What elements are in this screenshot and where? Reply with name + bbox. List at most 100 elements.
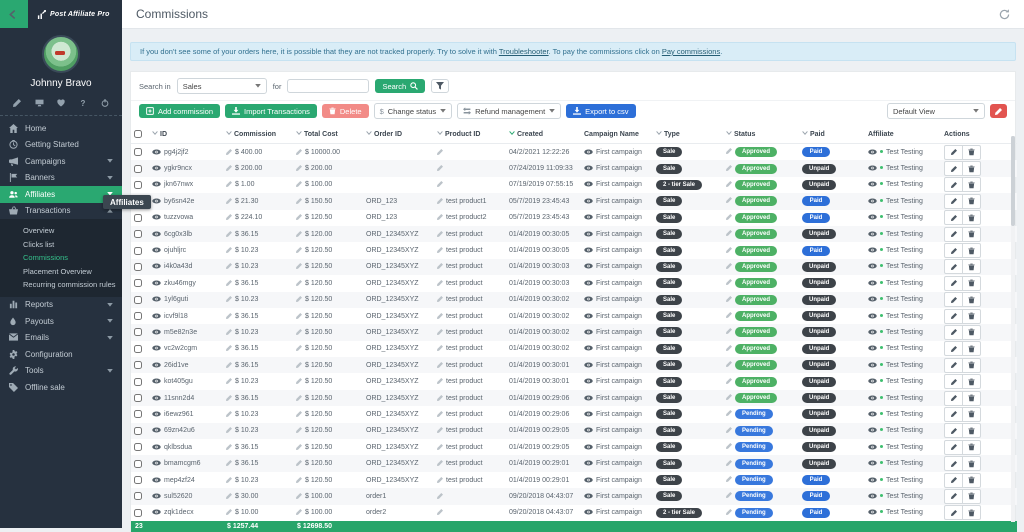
column-header-actions[interactable]: Actions <box>941 125 1017 144</box>
power-icon[interactable] <box>100 98 110 108</box>
sort-icon[interactable] <box>296 131 302 135</box>
product-id-value[interactable]: test product <box>446 378 483 385</box>
row-checkbox[interactable] <box>134 492 142 500</box>
status-badge[interactable]: Pending <box>735 508 773 518</box>
commission-id[interactable]: 69zn42u6 <box>164 427 195 434</box>
collapse-sidebar-button[interactable] <box>0 0 28 28</box>
campaign-name[interactable]: First campaign <box>596 247 642 254</box>
affiliate-name[interactable]: Test Testing <box>886 444 923 451</box>
affiliate-name[interactable]: Test Testing <box>886 198 923 205</box>
search-in-select[interactable]: Sales <box>177 78 267 94</box>
edit-row-button[interactable] <box>944 440 963 455</box>
total-cost-value[interactable]: $ 120.50 <box>305 313 332 320</box>
campaign-name[interactable]: First campaign <box>596 214 642 221</box>
affiliate-name[interactable]: Test Testing <box>886 411 923 418</box>
affiliate-name[interactable]: Test Testing <box>886 181 923 188</box>
edit-row-button[interactable] <box>944 276 963 291</box>
edit-row-button[interactable] <box>944 391 963 406</box>
edit-row-button[interactable] <box>944 243 963 258</box>
status-badge[interactable]: Approved <box>735 164 777 174</box>
product-id-value[interactable]: test product <box>446 395 483 402</box>
total-cost-value[interactable]: $ 120.50 <box>305 444 332 451</box>
row-checkbox[interactable] <box>134 181 142 189</box>
edit-row-button[interactable] <box>944 309 963 324</box>
affiliate-name[interactable]: Test Testing <box>886 427 923 434</box>
column-header-status[interactable]: Status <box>723 125 799 144</box>
sidebar-item-tools[interactable]: Tools <box>0 363 122 380</box>
affiliate-name[interactable]: Test Testing <box>886 247 923 254</box>
affiliate-name[interactable]: Test Testing <box>886 165 923 172</box>
sort-icon[interactable] <box>802 131 808 135</box>
total-cost-value[interactable]: $ 120.00 <box>305 231 332 238</box>
campaign-name[interactable]: First campaign <box>596 378 642 385</box>
status-badge[interactable]: Approved <box>735 246 777 256</box>
commission-value[interactable]: $ 224.10 <box>235 214 262 221</box>
delete-button[interactable]: Delete <box>322 104 369 118</box>
commission-id[interactable]: 11snn2d4 <box>164 395 194 402</box>
product-id-value[interactable]: test product <box>446 280 483 287</box>
commission-id[interactable]: jkn67nwx <box>164 181 193 188</box>
product-id-value[interactable]: test product <box>446 296 483 303</box>
sidebar-item-reports[interactable]: Reports <box>0 297 122 314</box>
status-badge[interactable]: Pending <box>735 442 773 452</box>
edit-row-button[interactable] <box>944 145 963 160</box>
edit-row-button[interactable] <box>944 227 963 242</box>
sidebar-item-offline-sale[interactable]: Offline sale <box>0 379 122 396</box>
delete-row-button[interactable] <box>963 456 981 471</box>
total-cost-value[interactable]: $ 120.50 <box>305 378 332 385</box>
campaign-name[interactable]: First campaign <box>596 411 642 418</box>
commission-id[interactable]: ojuhljrc <box>164 247 186 254</box>
status-badge[interactable]: Approved <box>735 344 777 354</box>
sidebar-item-campaigns[interactable]: Campaigns <box>0 153 122 170</box>
edit-row-button[interactable] <box>944 473 963 488</box>
edit-row-button[interactable] <box>944 505 963 520</box>
total-cost-value[interactable]: $ 120.50 <box>305 296 332 303</box>
edit-row-button[interactable] <box>944 292 963 307</box>
commission-id[interactable]: icvf9l18 <box>164 313 188 320</box>
affiliate-name[interactable]: Test Testing <box>886 263 923 270</box>
affiliate-name[interactable]: Test Testing <box>886 149 923 156</box>
product-id-value[interactable]: test product <box>446 345 483 352</box>
total-cost-value[interactable]: $ 120.50 <box>305 427 332 434</box>
commission-value[interactable]: $ 36.15 <box>235 395 258 402</box>
campaign-name[interactable]: First campaign <box>596 444 642 451</box>
commission-value[interactable]: $ 10.23 <box>235 427 258 434</box>
commission-id[interactable]: qklbsdua <box>164 444 192 451</box>
commission-id[interactable]: bmamcgm6 <box>164 460 201 467</box>
commission-value[interactable]: $ 36.15 <box>235 444 258 451</box>
campaign-name[interactable]: First campaign <box>596 345 642 352</box>
status-badge[interactable]: Pending <box>735 409 773 419</box>
product-id-value[interactable]: test product <box>446 263 483 270</box>
total-cost-value[interactable]: $ 120.50 <box>305 345 332 352</box>
edit-row-button[interactable] <box>944 358 963 373</box>
affiliate-name[interactable]: Test Testing <box>886 493 923 500</box>
affiliate-name[interactable]: Test Testing <box>886 231 923 238</box>
commission-id[interactable]: i4k0a43d <box>164 263 192 270</box>
column-header-type[interactable]: Type <box>653 125 723 144</box>
commission-id[interactable]: vc2w2cgm <box>164 345 197 352</box>
sort-icon[interactable] <box>366 131 372 135</box>
row-checkbox[interactable] <box>134 460 142 468</box>
sidebar-item-payouts[interactable]: Payouts <box>0 313 122 330</box>
commission-value[interactable]: $ 36.15 <box>235 313 258 320</box>
commission-value[interactable]: $ 10.00 <box>235 509 258 516</box>
commission-id[interactable]: 26id1ve <box>164 362 189 369</box>
affiliate-name[interactable]: Test Testing <box>886 313 923 320</box>
commission-id[interactable]: zku46mgy <box>164 280 196 287</box>
heart-icon[interactable] <box>56 98 66 108</box>
total-cost-value[interactable]: $ 120.50 <box>305 263 332 270</box>
delete-row-button[interactable] <box>963 473 981 488</box>
commission-id[interactable]: pg4j2jf2 <box>164 149 189 156</box>
status-badge[interactable]: Pending <box>735 491 773 501</box>
filter-button[interactable] <box>431 79 449 93</box>
app-logo[interactable]: Post Affiliate Pro <box>28 0 122 28</box>
commission-value[interactable]: $ 200.00 <box>235 165 262 172</box>
delete-row-button[interactable] <box>963 358 981 373</box>
total-cost-value[interactable]: $ 120.50 <box>305 395 332 402</box>
total-cost-value[interactable]: $ 100.00 <box>305 493 332 500</box>
affiliate-name[interactable]: Test Testing <box>886 296 923 303</box>
submenu-item-overview[interactable]: Overview <box>0 224 122 238</box>
delete-row-button[interactable] <box>963 177 981 192</box>
sidebar-item-getting-started[interactable]: Getting Started <box>0 137 122 154</box>
add-commission-button[interactable]: Add commission <box>139 104 220 118</box>
